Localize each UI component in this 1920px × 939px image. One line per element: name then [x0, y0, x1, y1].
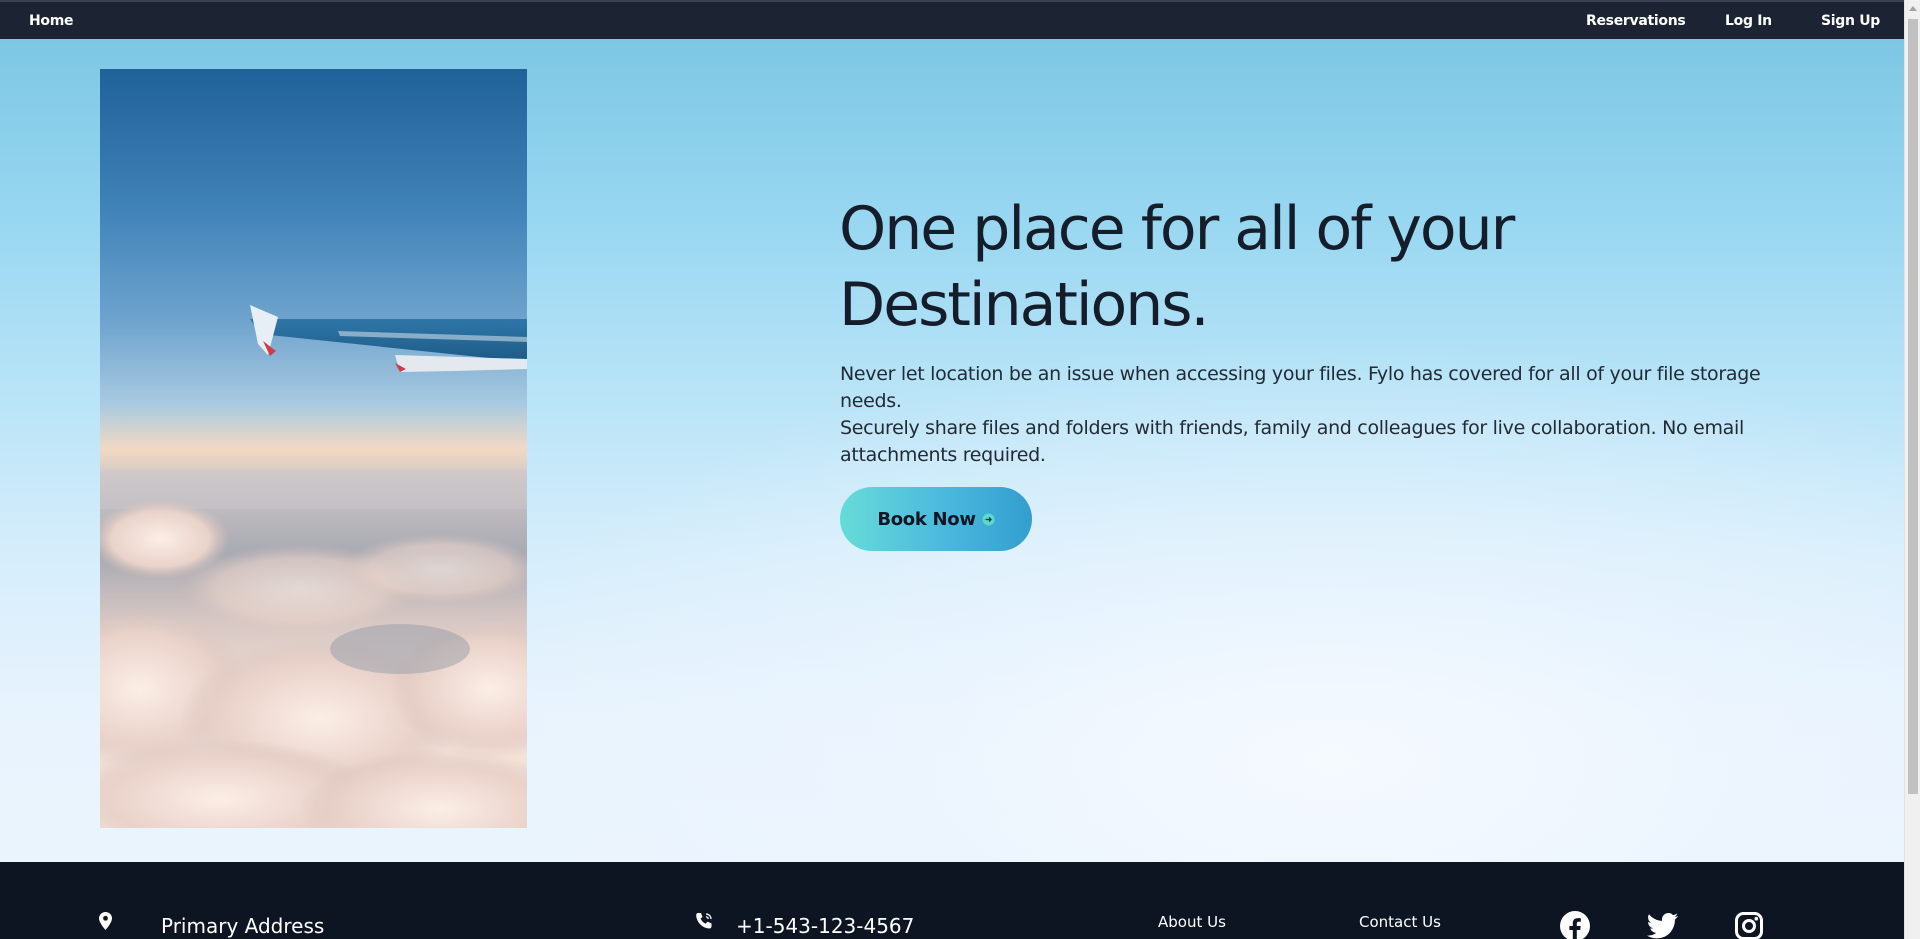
nav-login-link[interactable]: Log In	[1725, 13, 1772, 29]
nav-signup-link[interactable]: Sign Up	[1821, 13, 1880, 29]
nav-home-link[interactable]: Home	[29, 13, 74, 29]
scrollbar-thumb[interactable]	[1908, 19, 1918, 794]
location-pin-icon	[99, 912, 112, 930]
footer-about-link[interactable]: About Us	[1158, 913, 1226, 931]
vertical-scrollbar[interactable]	[1904, 0, 1920, 939]
arrow-right-circle-icon	[982, 513, 995, 525]
hero-headline-line2: Destinations.	[839, 270, 1210, 340]
twitter-icon[interactable]	[1647, 913, 1678, 939]
hero-description: Never let location be an issue when acce…	[840, 361, 1770, 469]
hero-paragraph-1: Never let location be an issue when acce…	[840, 363, 1761, 412]
instagram-icon[interactable]	[1735, 912, 1763, 939]
hero-image	[100, 69, 527, 828]
footer-phone: +1-543-123-4567	[736, 914, 915, 938]
phone-icon	[696, 913, 712, 929]
scroll-up-arrow-icon[interactable]	[1905, 0, 1920, 17]
hero-paragraph-2: Securely share files and folders with fr…	[840, 417, 1744, 466]
book-now-label: Book Now	[877, 508, 976, 530]
nav-reservations-link[interactable]: Reservations	[1586, 13, 1686, 29]
facebook-icon[interactable]	[1560, 911, 1590, 939]
footer-address: Primary Address	[161, 914, 325, 938]
site-footer: Primary Address +1-543-123-4567 About Us…	[0, 862, 1904, 939]
book-now-button[interactable]: Book Now	[840, 487, 1032, 551]
hero-headline: One place for all of your Destinations.	[839, 191, 1739, 343]
top-nav: Home Reservations Log In Sign Up	[0, 0, 1904, 39]
hero-headline-line1: One place for all of your	[839, 194, 1515, 264]
footer-contact-link[interactable]: Contact Us	[1359, 913, 1441, 931]
airplane-wing-illustration	[100, 305, 527, 828]
